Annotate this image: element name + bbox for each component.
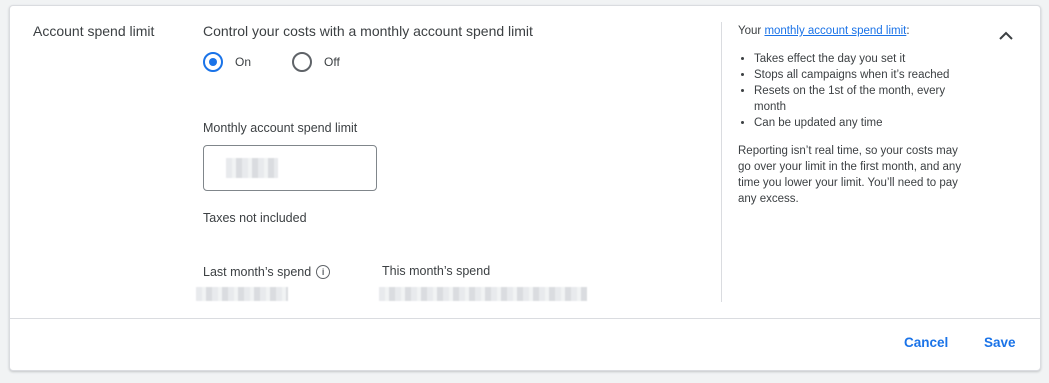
help-bullet: Can be updated any time [754,115,968,131]
spend-limit-card: Account spend limit Control your costs w… [9,5,1041,371]
limit-field-label: Monthly account spend limit [203,121,358,135]
taxes-note: Taxes not included [203,211,307,225]
vertical-divider [721,22,722,302]
help-intro-prefix: Your [738,25,765,37]
this-month-spend-value-redacted [379,287,587,301]
control-heading: Control your costs with a monthly accoun… [203,23,533,39]
help-bullet: Resets on the 1st of the month, every mo… [754,83,968,115]
help-bullets: Takes effect the day you set it Stops al… [738,51,968,131]
monthly-spend-limit-link[interactable]: monthly account spend limit [764,25,906,37]
limit-input[interactable] [203,145,377,191]
chevron-up-icon[interactable] [994,24,1018,48]
section-label: Account spend limit [33,23,155,39]
this-month-spend-label: This month’s spend [382,264,491,278]
horizontal-divider [10,318,1040,319]
last-month-spend-label: Last month’s spend i [203,265,331,279]
help-panel: Your monthly account spend limit: Takes … [738,23,968,207]
help-bullet: Takes effect the day you set it [754,51,968,67]
cancel-button[interactable]: Cancel [898,331,954,354]
save-button[interactable]: Save [978,331,1022,354]
help-bullet: Stops all campaigns when it’s reached [754,67,968,83]
last-month-spend-text: Last month’s spend [203,265,312,279]
help-note: Reporting isn’t real time, so your costs… [738,145,962,205]
radio-off-label: Off [324,55,340,69]
limit-input-value-redacted [226,158,278,178]
radio-off[interactable]: Off [292,52,340,72]
radio-on[interactable]: On [203,52,251,72]
help-intro-suffix: : [906,25,910,37]
radio-on-circle[interactable] [203,52,223,72]
help-intro: Your monthly account spend limit: [738,23,968,39]
radio-off-circle[interactable] [292,52,312,72]
radio-on-label: On [235,55,252,69]
info-icon[interactable]: i [316,265,331,279]
last-month-spend-value-redacted [196,287,288,301]
